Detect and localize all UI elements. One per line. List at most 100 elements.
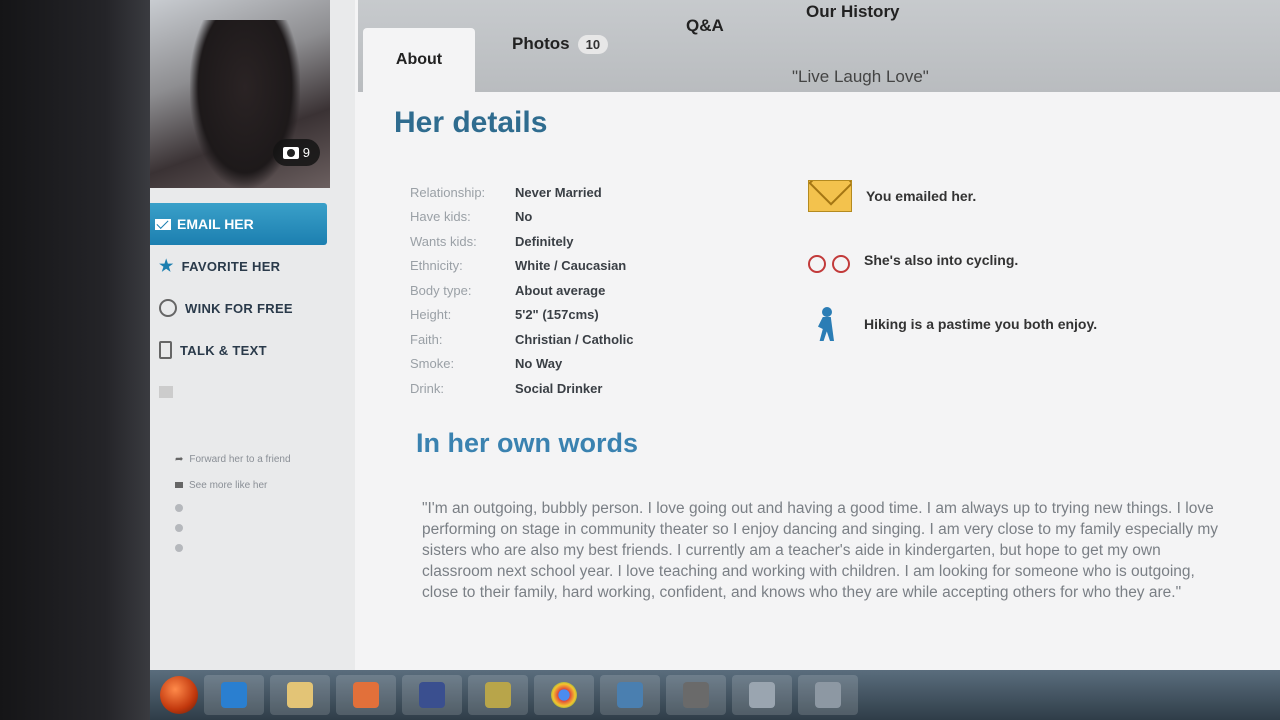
star-icon: ★ xyxy=(159,258,174,275)
tab-our-history-label: Our History xyxy=(806,2,900,21)
shared-interests: You emailed her. She's also into cycling… xyxy=(808,164,1097,356)
taskbar-explorer[interactable] xyxy=(270,675,330,715)
feature-hiking: Hiking is a pastime you both enjoy. xyxy=(808,292,1097,356)
tab-qa-label: Q&A xyxy=(686,16,724,35)
detail-value: 5'2" (157cms) xyxy=(515,307,599,323)
detail-row: Wants kids: Definitely xyxy=(410,229,633,254)
favorite-her-button[interactable]: ★ FAVORITE HER xyxy=(150,245,327,287)
detail-label: Drink: xyxy=(410,380,444,396)
detail-value: No xyxy=(515,209,533,225)
see-more-label: See more like her xyxy=(189,479,268,491)
left-sidebar: 9 EMAIL HER ★ FAVORITE HER WINK FOR FREE xyxy=(150,0,355,670)
detail-label: Height: xyxy=(410,307,452,323)
tab-about-label: About xyxy=(395,51,443,68)
bicycle-icon xyxy=(808,245,850,275)
app-icon xyxy=(485,682,511,708)
app-icon xyxy=(419,682,445,708)
detail-label: Wants kids: xyxy=(410,233,477,249)
app-icon xyxy=(617,682,643,708)
about-panel: "Live Laugh Love" Her details Relationsh… xyxy=(358,67,1280,670)
hiker-icon xyxy=(808,303,850,345)
taskbar-app-1[interactable] xyxy=(402,675,462,715)
email-her-button[interactable]: EMAIL HER xyxy=(150,203,327,245)
start-button[interactable] xyxy=(160,676,198,714)
details-heading: Her details xyxy=(394,106,548,139)
bio-text: "I'm an outgoing, bubbly person. I love … xyxy=(422,500,1219,601)
talk-text-button[interactable]: TALK & TEXT xyxy=(150,329,327,371)
taskbar-app-4[interactable] xyxy=(666,675,726,715)
profile-main: About Photos 10 Q&A Our History "Live La… xyxy=(358,0,1280,670)
gift-icon xyxy=(159,386,173,398)
detail-row: Drink: Social Drinker xyxy=(410,376,633,401)
taskbar-chrome[interactable] xyxy=(534,675,594,715)
talk-text-label: TALK & TEXT xyxy=(180,342,267,358)
report-icon xyxy=(175,544,183,552)
detail-label: Body type: xyxy=(410,282,472,298)
detail-value: White / Caucasian xyxy=(515,258,627,274)
feature-emailed: You emailed her. xyxy=(808,164,1097,228)
feature-text: Hiking is a pastime you both enjoy. xyxy=(864,316,1098,332)
favorite-her-label: FAVORITE HER xyxy=(181,258,281,274)
app-icon xyxy=(683,682,709,708)
detail-value: Never Married xyxy=(515,184,602,200)
windows-taskbar xyxy=(150,670,1280,720)
detail-row: Have kids: No xyxy=(410,205,633,230)
internet-explorer-icon xyxy=(221,682,247,708)
phone-icon xyxy=(159,341,172,359)
folder-icon xyxy=(287,682,313,708)
tab-our-history[interactable]: Our History xyxy=(806,2,900,22)
tagline: "Live Laugh Love" xyxy=(792,67,929,86)
chrome-icon xyxy=(551,682,577,708)
detail-value: About average xyxy=(515,282,606,298)
monitor-bezel xyxy=(0,0,150,720)
see-more-link[interactable]: See more like her xyxy=(175,472,291,498)
detail-row: Relationship: Never Married xyxy=(410,180,633,205)
taskbar-app-2[interactable] xyxy=(468,675,528,715)
detail-label: Relationship: xyxy=(410,184,486,200)
screen: 9 EMAIL HER ★ FAVORITE HER WINK FOR FREE xyxy=(150,0,1280,720)
taskbar-app-5[interactable] xyxy=(732,675,792,715)
profile-photo[interactable]: 9 xyxy=(150,0,330,188)
feature-text: She's also into cycling. xyxy=(864,252,1019,268)
media-player-icon xyxy=(353,682,379,708)
detail-row: Smoke: No Way xyxy=(410,352,633,377)
photo-count-badge[interactable]: 9 xyxy=(272,139,320,166)
faded-link-2[interactable] xyxy=(175,518,291,538)
envelope-icon xyxy=(155,218,171,230)
detail-row: Faith: Christian / Catholic xyxy=(410,327,633,352)
taskbar-media[interactable] xyxy=(336,675,396,715)
faded-link-1[interactable] xyxy=(175,498,291,518)
app-icon xyxy=(749,682,775,708)
detail-row: Body type: About average xyxy=(410,278,633,303)
photos-count-badge: 10 xyxy=(577,34,609,54)
faded-link-3[interactable] xyxy=(175,538,291,558)
envelope-icon xyxy=(808,180,852,212)
wink-label: WINK FOR FREE xyxy=(185,300,293,316)
disabled-action-button xyxy=(150,371,327,413)
forward-arrow-icon: ➦ xyxy=(175,453,184,465)
taskbar-ie[interactable] xyxy=(204,675,264,715)
profile-actions: EMAIL HER ★ FAVORITE HER WINK FOR FREE T… xyxy=(150,203,327,413)
detail-value: Definitely xyxy=(515,233,574,249)
detail-label: Have kids: xyxy=(410,209,471,225)
forward-link-label: Forward her to a friend xyxy=(189,453,291,465)
secondary-links: ➦ Forward her to a friend See more like … xyxy=(175,446,291,558)
feature-text: You emailed her. xyxy=(866,188,977,204)
details-list: Relationship: Never Married Have kids: No … xyxy=(410,180,633,401)
detail-value: No Way xyxy=(515,356,563,372)
grid-icon xyxy=(175,482,183,488)
taskbar-app-3[interactable] xyxy=(600,675,660,715)
forward-link[interactable]: ➦ Forward her to a friend xyxy=(175,446,291,472)
tab-qa[interactable]: Q&A xyxy=(686,16,724,36)
wink-button[interactable]: WINK FOR FREE xyxy=(150,287,327,329)
photo-count: 9 xyxy=(302,145,310,160)
tab-photos[interactable]: Photos 10 xyxy=(512,34,609,54)
block-icon xyxy=(175,504,183,512)
detail-value: Christian / Catholic xyxy=(515,331,634,347)
detail-label: Smoke: xyxy=(410,356,455,372)
taskbar-app-6[interactable] xyxy=(798,675,858,715)
own-words-heading: In her own words xyxy=(416,428,639,458)
tab-about[interactable]: About xyxy=(363,28,475,92)
camera-icon xyxy=(282,146,299,159)
tab-photos-label: Photos xyxy=(512,34,570,53)
